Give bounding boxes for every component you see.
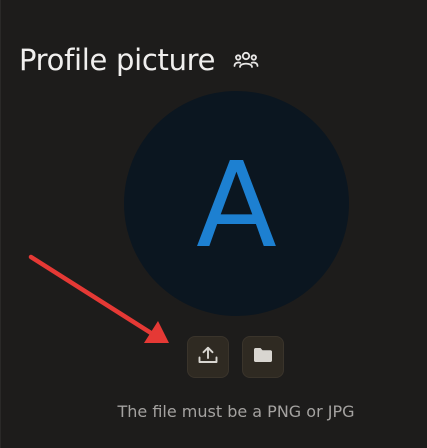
folder-button[interactable] (242, 336, 284, 378)
file-type-hint: The file must be a PNG or JPG (117, 402, 355, 421)
profile-picture-panel: Profile picture A The file must be a PNG… (0, 0, 427, 448)
avatar-initial: A (196, 135, 277, 274)
upload-icon (197, 345, 219, 369)
profile-picture-header: Profile picture (19, 38, 259, 82)
upload-button[interactable] (187, 336, 229, 378)
folder-icon (252, 346, 274, 368)
page-title: Profile picture (19, 43, 216, 77)
avatar: A (124, 91, 349, 316)
people-group-icon (233, 49, 259, 71)
